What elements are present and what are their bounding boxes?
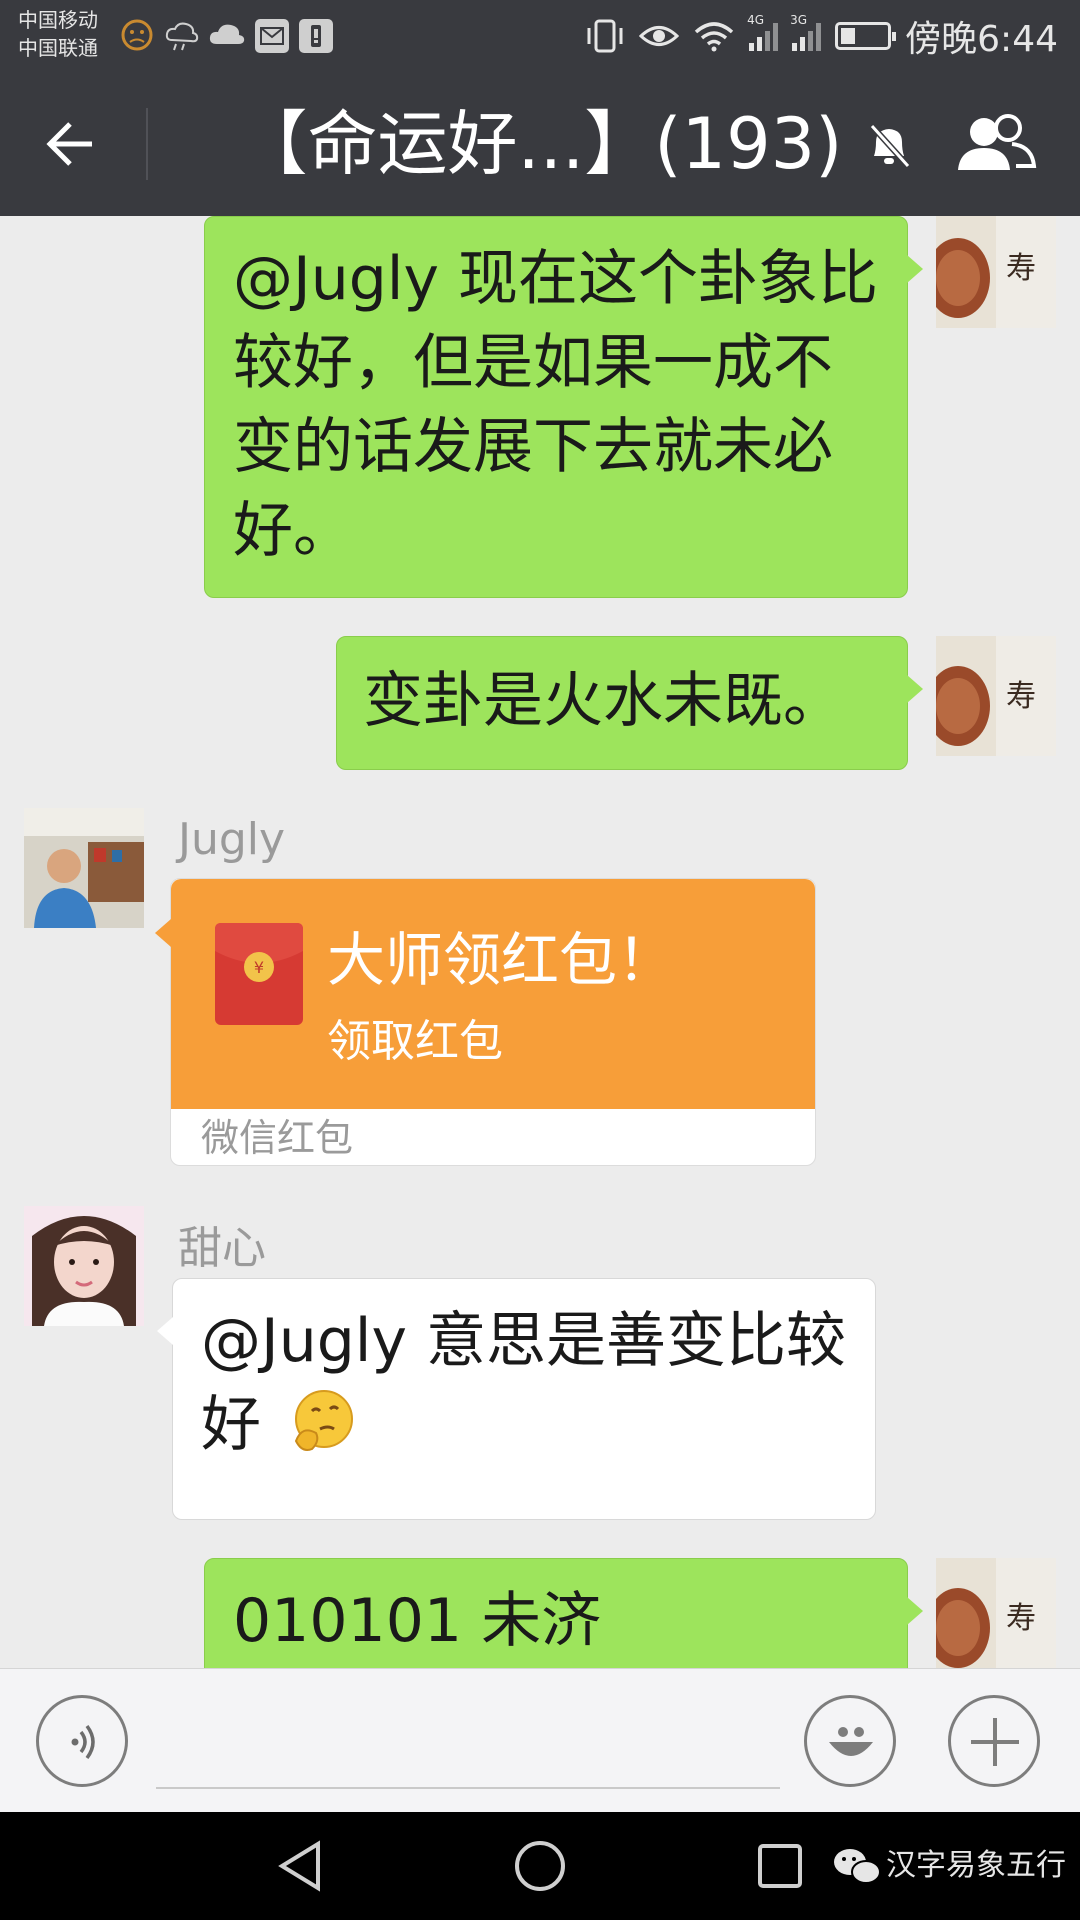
red-packet-action: 领取红包 — [327, 1016, 503, 1067]
nav-recents-icon[interactable] — [756, 1842, 804, 1890]
sender-name: 甜心 — [178, 1223, 266, 1274]
vibrate-icon — [587, 19, 623, 53]
jugly-avatar-image — [24, 808, 144, 928]
bubble-tail — [907, 1597, 923, 1625]
cloud-rain-icon — [165, 22, 199, 51]
network-type-label-1: 4G — [747, 13, 765, 27]
svg-text:¥: ¥ — [254, 958, 264, 977]
red-packet-title: 大师领红包！ — [327, 926, 676, 994]
bubble-tail — [155, 919, 171, 947]
watermark-text: 汉字易象五行 — [886, 1848, 1066, 1883]
message-bubble-1[interactable]: @Jugly 现在这个卦象比较好，但是如果一成不变的话发展下去就未必好。 — [204, 216, 923, 598]
message-bubble-5[interactable]: 010101 未济 — [204, 1558, 923, 1668]
status-right-group: 4G 3G 傍晚6:44 — [585, 10, 1058, 62]
avatar-seal-text: 寿 — [1006, 251, 1036, 286]
more-button[interactable] — [948, 1695, 1040, 1787]
wechat-logo-icon — [834, 1849, 881, 1884]
message-bubble-4[interactable]: @Jugly 意思是善变比较好 — [157, 1278, 876, 1520]
thinking-emoji-icon — [294, 1390, 354, 1451]
avatar-seal-text: 寿 — [1006, 1601, 1036, 1636]
bubble-tail — [907, 255, 923, 283]
self-avatar-image: 寿 — [936, 636, 1056, 756]
chat-area[interactable]: 寿 @Jugly 现在这个卦象比较好，但是如果一成不变的话发展下去就未必好。 寿… — [0, 216, 1080, 1668]
smiley-icon — [829, 1727, 873, 1756]
plus-icon — [971, 1718, 1019, 1766]
eye-icon — [639, 26, 680, 46]
avatar-self[interactable]: 寿 — [936, 1558, 1056, 1668]
red-packet-footer: 微信红包 — [201, 1116, 354, 1160]
clock: 傍晚6:44 — [905, 19, 1058, 60]
self-avatar-image: 寿 — [936, 216, 1056, 328]
red-packet-card[interactable]: ¥ 大师领红包！ 领取红包 微信红包 — [155, 878, 816, 1166]
mail-icon — [255, 19, 289, 53]
bubble-tail — [907, 675, 923, 703]
carrier-label-1: 中国移动 — [18, 8, 98, 32]
voice-button[interactable] — [36, 1695, 128, 1787]
message-text: 010101 未济 — [233, 1586, 602, 1656]
message-text: @Jugly 现在这个卦象比较好，但是如果一成不变的话发展下去就未必好。 — [233, 244, 879, 566]
weather-icon — [121, 19, 153, 51]
avatar-self[interactable]: 寿 — [936, 636, 1056, 756]
avatar-self[interactable]: 寿 — [936, 216, 1056, 328]
cloud-icon — [209, 24, 245, 44]
input-bar — [0, 1668, 1080, 1813]
nav-back-icon[interactable] — [274, 1840, 326, 1892]
avatar-seal-text: 寿 — [1006, 679, 1036, 714]
avatar-jugly[interactable] — [24, 808, 144, 928]
chat-title: 【命运好...】(193) — [237, 103, 843, 185]
chat-header: 【命运好...】(193) — [0, 72, 1080, 216]
network-type-label-2: 3G — [790, 13, 808, 27]
message-text: 变卦是火水未既。 — [363, 666, 843, 736]
message-bubble-2[interactable]: 变卦是火水未既。 — [336, 636, 923, 770]
battery-alert-icon — [299, 19, 333, 53]
wifi-icon — [694, 22, 734, 52]
red-envelope-icon: ¥ — [215, 923, 303, 1025]
nav-home-icon[interactable] — [512, 1838, 568, 1894]
system-nav-bar: 汉字易象五行 — [0, 1812, 1080, 1920]
signal-icon-2: 3G — [790, 13, 822, 51]
bubble-tail — [157, 1317, 173, 1345]
voice-icon — [71, 1724, 95, 1760]
message-input[interactable] — [156, 1787, 780, 1789]
tianxin-avatar-image — [24, 1206, 144, 1326]
status-bar: 中国移动 中国联通 4G 3G 傍晚6:44 — [0, 0, 1080, 72]
carrier-label-2: 中国联通 — [18, 36, 98, 60]
avatar-tianxin[interactable] — [24, 1206, 144, 1326]
group-members-icon[interactable] — [952, 112, 1038, 176]
sender-name: Jugly — [178, 814, 286, 865]
battery-icon — [835, 22, 897, 50]
emoji-button[interactable] — [804, 1695, 896, 1787]
self-avatar-image: 寿 — [936, 1558, 1056, 1668]
signal-icon-1: 4G — [747, 13, 779, 51]
mute-bell-icon[interactable] — [864, 120, 914, 170]
